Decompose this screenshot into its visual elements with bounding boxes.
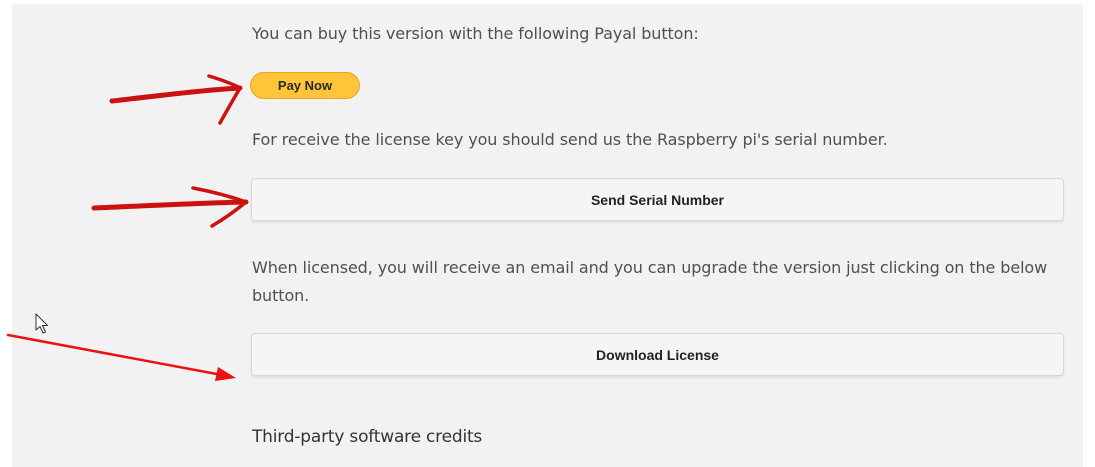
annotation-overlay (6, 74, 249, 381)
annotation-arrow-icon (6, 333, 236, 381)
annotation-arrow-icon (109, 74, 243, 125)
annotation-arrow-icon (91, 186, 249, 228)
mouse-pointer-icon (35, 313, 48, 334)
